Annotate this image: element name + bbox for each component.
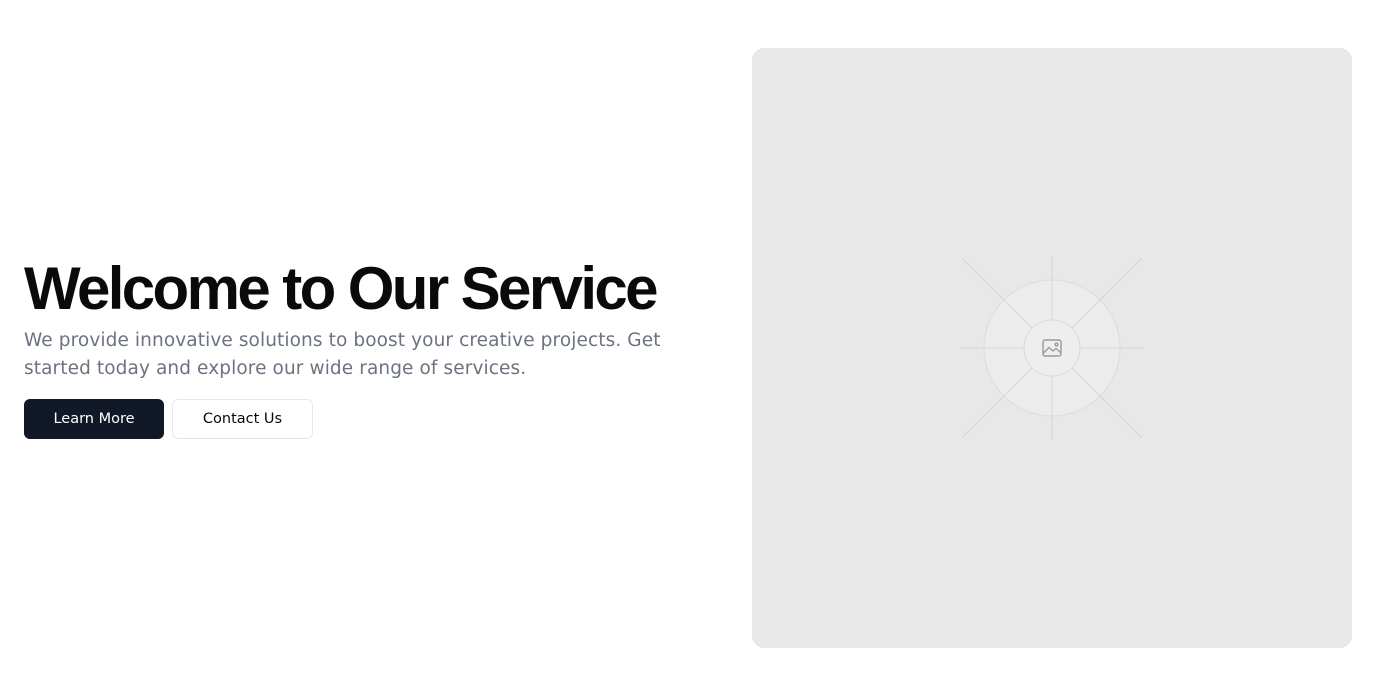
contact-us-button[interactable]: Contact Us bbox=[172, 399, 313, 439]
hero-section: Welcome to Our Service We provide innova… bbox=[0, 0, 1376, 696]
image-placeholder-graphic bbox=[960, 256, 1144, 440]
hero-text-block: Welcome to Our Service We provide innova… bbox=[24, 256, 724, 439]
placeholder-inner-circle bbox=[1023, 319, 1081, 377]
hero-title: Welcome to Our Service bbox=[24, 255, 659, 322]
hero-actions: Learn More Contact Us bbox=[24, 399, 724, 439]
hero-subtitle: We provide innovative solutions to boost… bbox=[24, 330, 661, 379]
hero-image-placeholder bbox=[752, 48, 1352, 648]
learn-more-button[interactable]: Learn More bbox=[24, 399, 164, 439]
